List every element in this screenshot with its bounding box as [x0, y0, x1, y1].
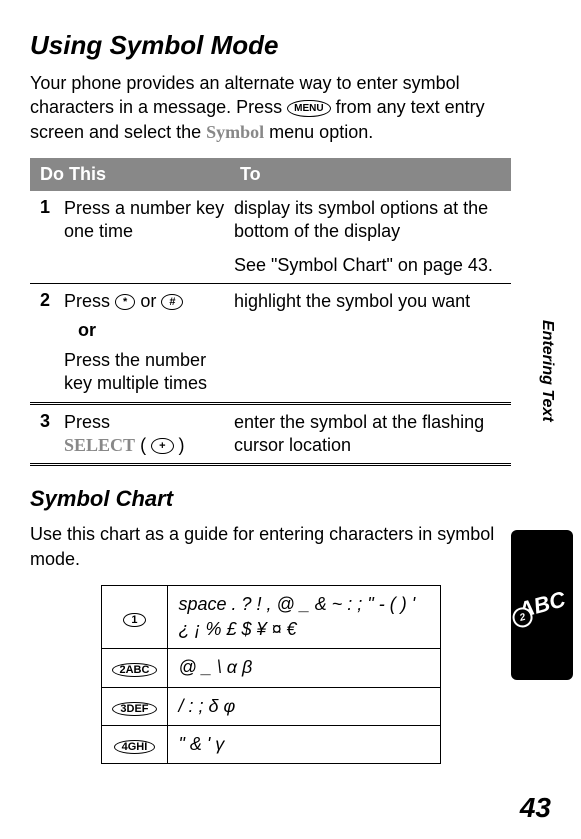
softkey-icon: +	[151, 438, 173, 454]
intro-text-3: menu option.	[269, 122, 373, 142]
menu-key-icon: MENU	[287, 100, 330, 118]
intro-paragraph: Your phone provides an alternate way to …	[30, 71, 511, 144]
key-2-icon: 2ABC	[112, 663, 158, 677]
header-to: To	[230, 158, 511, 191]
step-number: 2	[30, 284, 60, 404]
abc-badge: ABC 2	[516, 586, 569, 623]
header-do-this: Do This	[30, 158, 230, 191]
star-key-icon: *	[115, 294, 135, 310]
key-3-icon: 3DEF	[112, 702, 156, 716]
action-text-b: or	[140, 291, 161, 311]
action-text-c: Press the number key multiple times	[64, 350, 207, 393]
table-header: Do This To	[30, 158, 511, 191]
step-action: Press * or # or Press the number key mul…	[60, 284, 230, 404]
chart-intro: Use this chart as a guide for entering c…	[30, 522, 511, 571]
step-number: 3	[30, 403, 60, 465]
symbol-row: 1 space . ? ! , @ _ & ~ : ; " - ( ) ' ¿ …	[101, 586, 440, 649]
result-text-2: See "Symbol Chart" on page 43.	[234, 255, 493, 275]
paren-close: )	[179, 435, 185, 455]
symbol-key-cell: 4GHI	[101, 725, 168, 763]
step-result: display its symbol options at the bottom…	[230, 191, 511, 284]
step-action: Press SELECT ( + )	[60, 403, 230, 465]
page-number: 43	[520, 792, 551, 824]
step-result: enter the symbol at the flashing cursor …	[230, 403, 511, 465]
result-text-1: display its symbol options at the bottom…	[234, 198, 488, 241]
symbol-row: 2ABC @ _ \ α β	[101, 649, 440, 687]
action-text-a: Press	[64, 291, 115, 311]
step-result: highlight the symbol you want	[230, 284, 511, 404]
key-4-icon: 4GHI	[114, 740, 156, 754]
paren-open: (	[140, 435, 146, 455]
instruction-table: Do This To 1 Press a number key one time…	[30, 158, 511, 467]
step-number: 1	[30, 191, 60, 284]
table-row: 1 Press a number key one time display it…	[30, 191, 511, 284]
symbol-key-cell: 3DEF	[101, 687, 168, 725]
select-label: SELECT	[64, 435, 135, 455]
symbol-chart-heading: Symbol Chart	[30, 486, 511, 512]
symbol-chars: / : ; δ φ	[168, 687, 440, 725]
symbol-chars: space . ? ! , @ _ & ~ : ; " - ( ) ' ¿ ¡ …	[168, 586, 440, 649]
symbol-chars: @ _ \ α β	[168, 649, 440, 687]
table-row: 3 Press SELECT ( + ) enter the symbol at…	[30, 403, 511, 465]
step-action: Press a number key one time	[60, 191, 230, 284]
key-1-icon: 1	[123, 613, 145, 627]
symbol-key-cell: 1	[101, 586, 168, 649]
symbol-key-cell: 2ABC	[101, 649, 168, 687]
side-tab-label: Entering Text	[538, 320, 556, 422]
page-heading: Using Symbol Mode	[30, 30, 511, 61]
intro-symbol-word: Symbol	[206, 122, 264, 142]
side-badge-box: ABC 2	[511, 530, 573, 680]
symbol-row: 3DEF / : ; δ φ	[101, 687, 440, 725]
symbol-chars: " & ' γ	[168, 725, 440, 763]
table-row: 2 Press * or # or Press the number key m…	[30, 284, 511, 404]
or-label: or	[78, 319, 226, 342]
symbol-chart-table: 1 space . ? ! , @ _ & ~ : ; " - ( ) ' ¿ …	[101, 585, 441, 764]
action-text-a: Press	[64, 412, 110, 432]
symbol-row: 4GHI " & ' γ	[101, 725, 440, 763]
hash-key-icon: #	[161, 294, 183, 310]
